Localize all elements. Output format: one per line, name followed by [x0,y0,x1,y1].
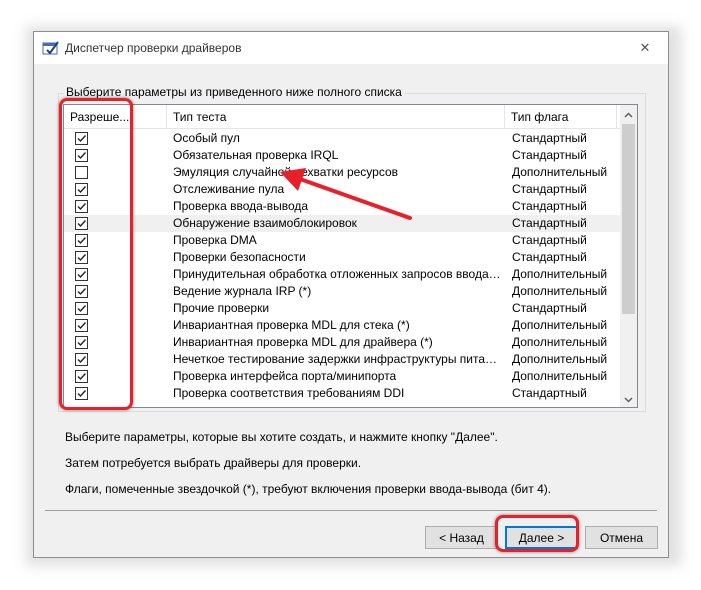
annotation-arrow [280,168,412,220]
